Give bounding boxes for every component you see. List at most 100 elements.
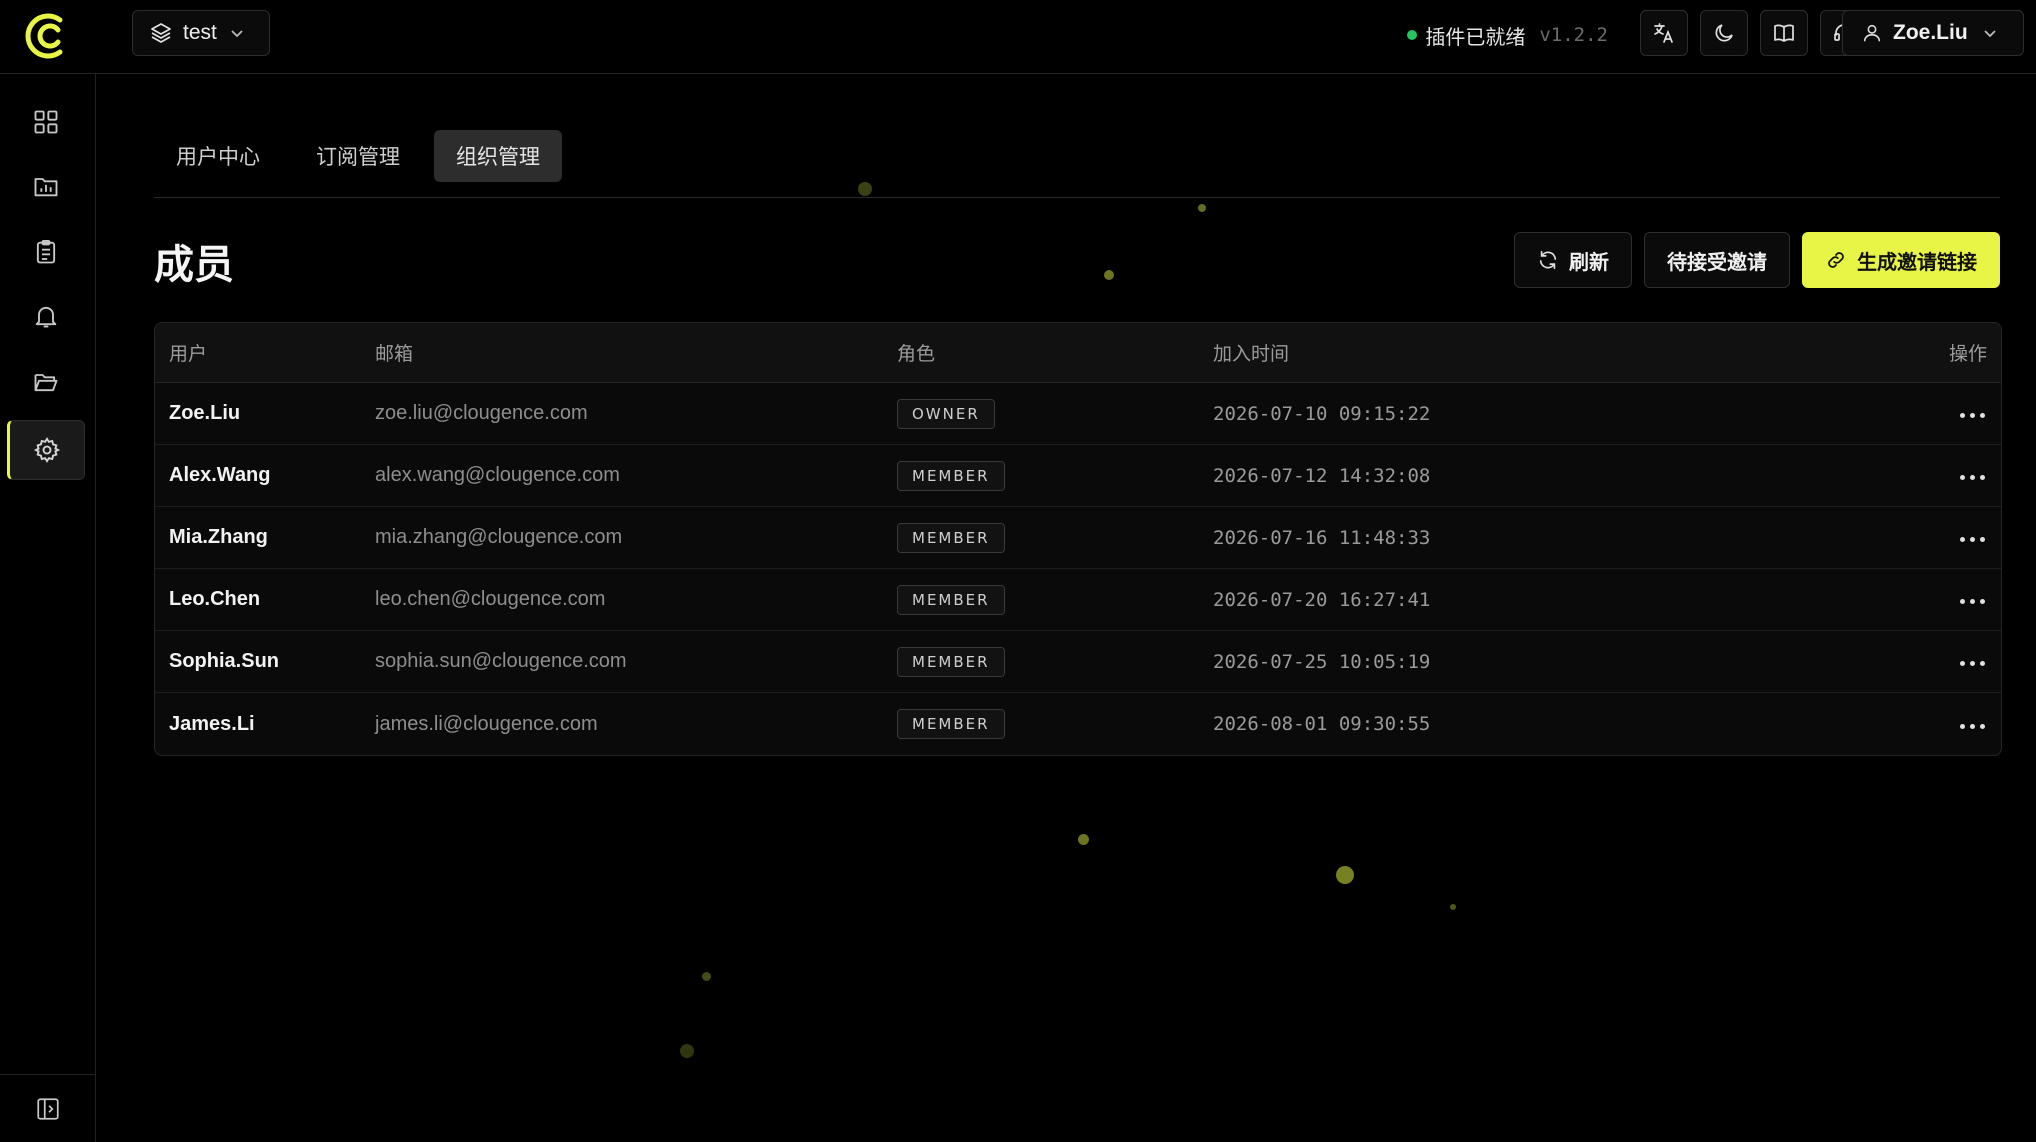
member-email: leo.chen@clougence.com <box>375 588 606 610</box>
top-bar: test 插件已就绪 v1.2.2 Zoe.Liu <box>0 0 2036 74</box>
main-content: 用户中心 订阅管理 组织管理 成员 刷新 待接受邀请 生成邀请链接 用户 邮箱 … <box>96 74 2036 1142</box>
role-badge: MEMBER <box>897 646 1005 677</box>
background-particle <box>680 1044 694 1058</box>
grid-icon <box>34 110 58 134</box>
pending-invites-label: 待接受邀请 <box>1667 251 1767 274</box>
role-badge: MEMBER <box>897 709 1005 739</box>
table-row: Leo.Chen leo.chen@clougence.com MEMBER 2… <box>155 569 2001 631</box>
tab-user-center[interactable]: 用户中心 <box>154 130 282 182</box>
app-logo-icon[interactable] <box>18 12 72 60</box>
plugin-status-text: 插件已就绪 <box>1425 26 1526 49</box>
generate-invite-link-label: 生成邀请链接 <box>1857 251 1977 274</box>
plugin-status: 插件已就绪 v1.2.2 <box>1407 20 1608 50</box>
member-joined: 2026-07-20 16:27:41 <box>1213 588 1431 611</box>
folder-open-icon <box>34 374 58 392</box>
docs-button[interactable] <box>1760 10 1808 56</box>
more-actions-icon[interactable] <box>1958 467 1987 488</box>
member-email: zoe.liu@clougence.com <box>375 402 588 424</box>
column-header-email: 邮箱 <box>375 344 414 365</box>
link-icon <box>1828 252 1844 268</box>
table-row: Alex.Wang alex.wang@clougence.com MEMBER… <box>155 445 2001 507</box>
member-joined: 2026-07-10 09:15:22 <box>1213 402 1431 425</box>
background-particle <box>1336 866 1354 884</box>
member-joined: 2026-07-16 11:48:33 <box>1213 526 1431 549</box>
clipboard-icon <box>36 239 56 264</box>
background-particle <box>1198 204 1206 212</box>
gear-icon <box>33 437 61 463</box>
role-badge: MEMBER <box>897 584 1005 615</box>
tab-subscription[interactable]: 订阅管理 <box>294 130 422 182</box>
role-badge: MEMBER <box>897 522 1005 553</box>
member-user: Zoe.Liu <box>169 402 241 424</box>
translate-icon <box>1654 23 1673 43</box>
moon-icon <box>1715 24 1733 42</box>
background-particle <box>1078 834 1089 845</box>
refresh-button-label: 刷新 <box>1569 251 1609 274</box>
language-button[interactable] <box>1640 10 1688 56</box>
pending-invites-button[interactable]: 待接受邀请 <box>1644 232 1790 288</box>
chevron-down-icon <box>231 30 243 38</box>
workspace-name: test <box>183 21 217 44</box>
user-name: Zoe.Liu <box>1893 21 1968 44</box>
members-table: 用户 邮箱 角色 加入时间 操作 Zoe.Liu zoe.liu@clougen… <box>154 322 2002 756</box>
more-actions-icon[interactable] <box>1958 716 1987 737</box>
plugin-version: v1.2.2 <box>1539 24 1608 46</box>
settings-tabs: 用户中心 订阅管理 组织管理 <box>154 130 2000 198</box>
book-icon <box>1774 24 1794 42</box>
generate-invite-link-button[interactable]: 生成邀请链接 <box>1802 232 2000 288</box>
theme-toggle-button[interactable] <box>1700 10 1748 56</box>
bell-icon <box>35 306 57 328</box>
table-row: Mia.Zhang mia.zhang@clougence.com MEMBER… <box>155 507 2001 569</box>
table-row: James.Li james.li@clougence.com MEMBER 2… <box>155 693 2001 755</box>
more-actions-icon[interactable] <box>1958 591 1987 612</box>
background-particle <box>1450 904 1456 910</box>
column-header-actions: 操作 <box>1948 344 1987 365</box>
user-icon <box>1863 24 1881 42</box>
chart-folder-icon <box>34 178 58 197</box>
member-joined: 2026-07-12 14:32:08 <box>1213 464 1431 487</box>
user-menu-button[interactable]: Zoe.Liu <box>1842 10 2024 56</box>
table-header: 用户 邮箱 角色 加入时间 操作 <box>155 323 2001 383</box>
sidebar-item-dashboard[interactable] <box>7 92 85 152</box>
member-joined: 2026-08-01 09:30:55 <box>1213 713 1431 735</box>
background-particle <box>702 972 711 981</box>
refresh-button[interactable]: 刷新 <box>1514 232 1632 288</box>
member-email: sophia.sun@clougence.com <box>375 650 627 672</box>
more-actions-icon[interactable] <box>1958 653 1987 674</box>
sidebar-item-reports[interactable] <box>7 156 85 216</box>
member-email: mia.zhang@clougence.com <box>375 526 623 548</box>
background-particle <box>1104 270 1114 280</box>
layers-icon <box>151 23 171 43</box>
workspace-selector[interactable]: test <box>132 10 270 56</box>
member-user: Alex.Wang <box>169 464 271 486</box>
table-row: Zoe.Liu zoe.liu@clougence.com OWNER 2026… <box>155 383 2001 445</box>
status-dot-icon <box>1407 30 1418 40</box>
sidebar-item-notifications[interactable] <box>7 286 85 346</box>
member-joined: 2026-07-25 10:05:19 <box>1213 650 1431 673</box>
role-badge: MEMBER <box>897 460 1005 491</box>
sidebar-item-settings[interactable] <box>7 420 85 480</box>
sidebar-item-files[interactable] <box>7 352 85 412</box>
member-user: Leo.Chen <box>169 588 261 610</box>
member-email: james.li@clougence.com <box>375 712 598 735</box>
tab-organization[interactable]: 组织管理 <box>434 130 562 182</box>
more-actions-icon[interactable] <box>1958 529 1987 550</box>
page-title: 成员 <box>154 243 234 287</box>
column-header-role: 角色 <box>897 344 936 365</box>
more-actions-icon[interactable] <box>1958 405 1987 426</box>
refresh-icon <box>1539 250 1557 270</box>
column-header-joined: 加入时间 <box>1213 344 1290 365</box>
sidebar-toggle-icon <box>37 1097 59 1120</box>
page-actions: 刷新 待接受邀请 生成邀请链接 <box>1514 232 2000 288</box>
sidebar-item-tasks[interactable] <box>7 222 85 282</box>
chevron-down-icon <box>1984 30 1996 38</box>
table-row: Sophia.Sun sophia.sun@clougence.com MEMB… <box>155 631 2001 693</box>
member-email: alex.wang@clougence.com <box>375 464 620 486</box>
member-user: James.Li <box>169 712 255 735</box>
member-user: Sophia.Sun <box>169 650 279 672</box>
role-badge: OWNER <box>897 398 995 429</box>
column-header-user: 用户 <box>169 344 208 365</box>
sidebar-collapse-button[interactable] <box>0 1074 96 1142</box>
sidebar <box>0 74 96 1142</box>
member-user: Mia.Zhang <box>169 526 268 548</box>
